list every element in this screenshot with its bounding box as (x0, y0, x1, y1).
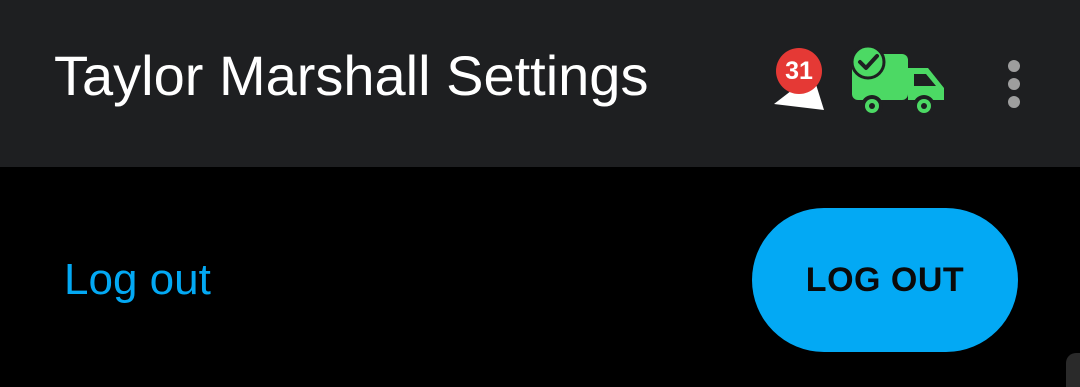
app-bar: Taylor Marshall Settings 31 (0, 0, 1080, 167)
settings-content: Log out LOG OUT (0, 167, 1080, 387)
scrollbar[interactable] (1066, 353, 1080, 387)
log-out-label: Log out (64, 255, 211, 304)
page-title: Taylor Marshall Settings (54, 44, 649, 107)
log-out-button[interactable]: LOG OUT (752, 208, 1018, 352)
more-vert-icon[interactable] (994, 56, 1034, 116)
delivery-truck-check-icon[interactable] (848, 46, 948, 122)
notification-count-badge: 31 (776, 48, 822, 94)
notifications-button[interactable]: 31 (768, 48, 830, 114)
